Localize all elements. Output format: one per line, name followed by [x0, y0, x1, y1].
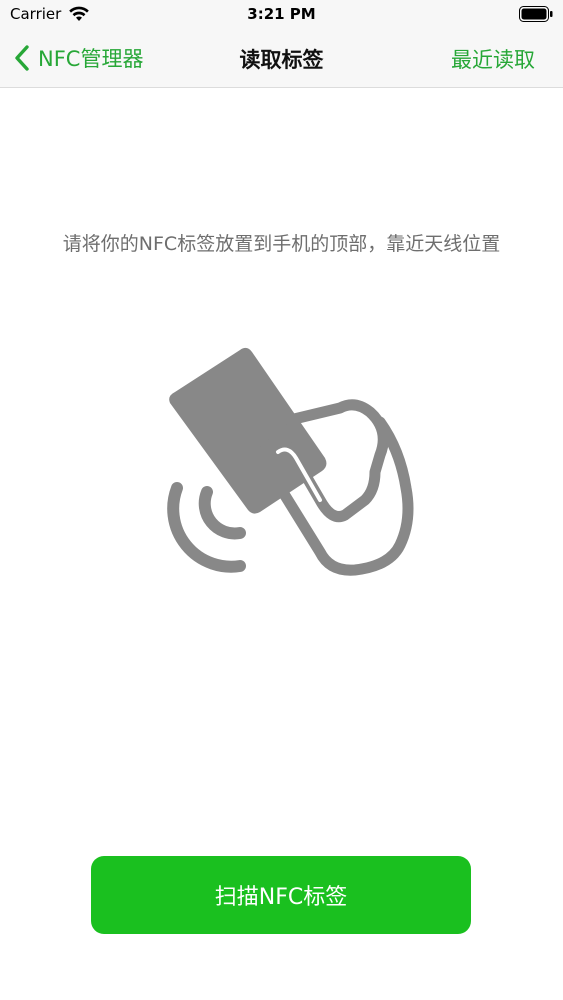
instruction-text: 请将你的NFC标签放置到手机的顶部，靠近天线位置: [62, 233, 501, 255]
scan-nfc-button[interactable]: 扫描NFC标签: [91, 856, 471, 934]
status-bar: Carrier 3:21 PM: [0, 0, 563, 30]
navigation-bar: NFC管理器 读取标签 最近读取: [0, 30, 563, 88]
battery-icon: [519, 6, 553, 22]
clock: 3:21 PM: [247, 5, 316, 23]
nfc-hand-card-icon: [167, 347, 414, 576]
recent-reads-button[interactable]: 最近读取: [451, 44, 535, 74]
